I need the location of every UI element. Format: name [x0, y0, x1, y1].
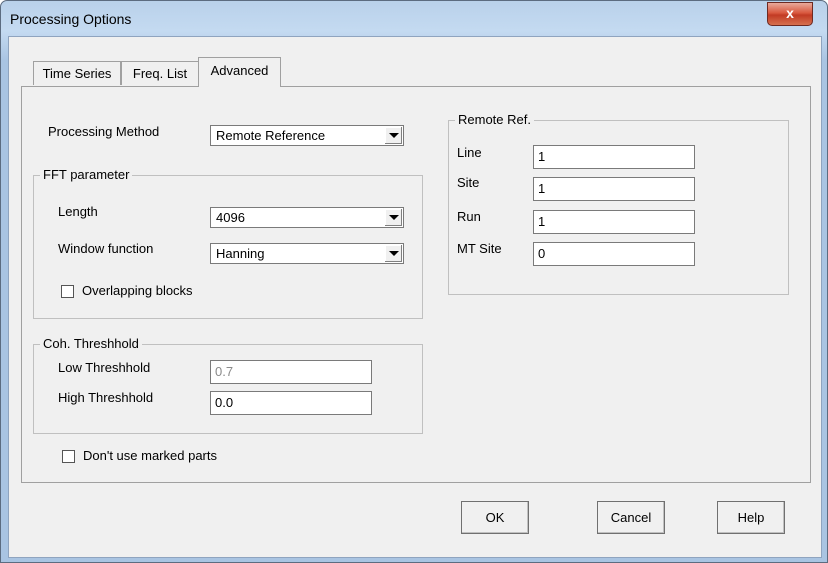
- cancel-button[interactable]: Cancel: [597, 501, 665, 534]
- dialog-window: Processing Options x Time Series Freq. L…: [0, 0, 828, 563]
- length-value: 4096: [216, 210, 245, 225]
- processing-method-select[interactable]: Remote Reference: [210, 125, 404, 146]
- length-label: Length: [58, 204, 98, 219]
- run-field[interactable]: 1: [533, 210, 695, 234]
- tab-freq-list[interactable]: Freq. List: [121, 61, 199, 85]
- tab-advanced[interactable]: Advanced: [198, 57, 281, 87]
- dialog-client-area: Time Series Freq. List Advanced Processi…: [8, 36, 822, 558]
- window-function-select[interactable]: Hanning: [210, 243, 404, 264]
- site-label: Site: [457, 175, 480, 190]
- window-function-value: Hanning: [216, 246, 265, 261]
- title-bar[interactable]: Processing Options x: [1, 1, 827, 35]
- close-button[interactable]: x: [767, 2, 813, 26]
- low-threshold-field: 0.7: [210, 360, 372, 384]
- remote-ref-legend: Remote Ref.: [455, 112, 534, 127]
- advanced-tab-panel: Processing Method Remote Reference FFT p…: [21, 86, 811, 483]
- dropdown-arrow-icon[interactable]: [384, 127, 402, 144]
- mt-site-field[interactable]: 0: [533, 242, 695, 266]
- help-button[interactable]: Help: [717, 501, 785, 534]
- length-select[interactable]: 4096: [210, 207, 404, 228]
- dont-use-marked-parts-label: Don't use marked parts: [83, 448, 217, 463]
- ok-button[interactable]: OK: [461, 501, 529, 534]
- dont-use-marked-parts-checkbox[interactable]: [62, 450, 75, 463]
- window-function-label: Window function: [58, 241, 154, 256]
- line-field[interactable]: 1: [533, 145, 695, 169]
- processing-method-value: Remote Reference: [216, 128, 326, 143]
- tab-label: Advanced: [210, 63, 269, 78]
- coh-threshold-legend: Coh. Threshhold: [40, 336, 142, 351]
- window-title: Processing Options: [10, 11, 132, 27]
- high-threshold-label: High Threshhold: [58, 390, 154, 405]
- remote-ref-group: Remote Ref. Line 1 Site 1 Run 1 MT Site …: [448, 112, 789, 295]
- overlapping-blocks-label: Overlapping blocks: [82, 283, 193, 298]
- dropdown-arrow-icon[interactable]: [384, 245, 402, 262]
- line-label: Line: [457, 145, 482, 160]
- mt-site-label: MT Site: [457, 241, 502, 256]
- close-icon: x: [786, 5, 794, 21]
- dropdown-arrow-icon[interactable]: [384, 209, 402, 226]
- tab-time-series[interactable]: Time Series: [33, 61, 121, 85]
- tab-label: Freq. List: [132, 66, 188, 81]
- site-field[interactable]: 1: [533, 177, 695, 201]
- run-label: Run: [457, 209, 481, 224]
- high-threshold-field[interactable]: 0.0: [210, 391, 372, 415]
- low-threshold-label: Low Threshhold: [58, 360, 151, 375]
- coh-threshold-group: Coh. Threshhold Low Threshhold 0.7 High …: [33, 336, 423, 434]
- overlapping-blocks-checkbox[interactable]: [61, 285, 74, 298]
- fft-parameter-legend: FFT parameter: [40, 167, 133, 182]
- tab-label: Time Series: [42, 66, 112, 81]
- fft-parameter-group: FFT parameter Length 4096 Window functio…: [33, 167, 423, 319]
- processing-method-label: Processing Method: [48, 124, 160, 139]
